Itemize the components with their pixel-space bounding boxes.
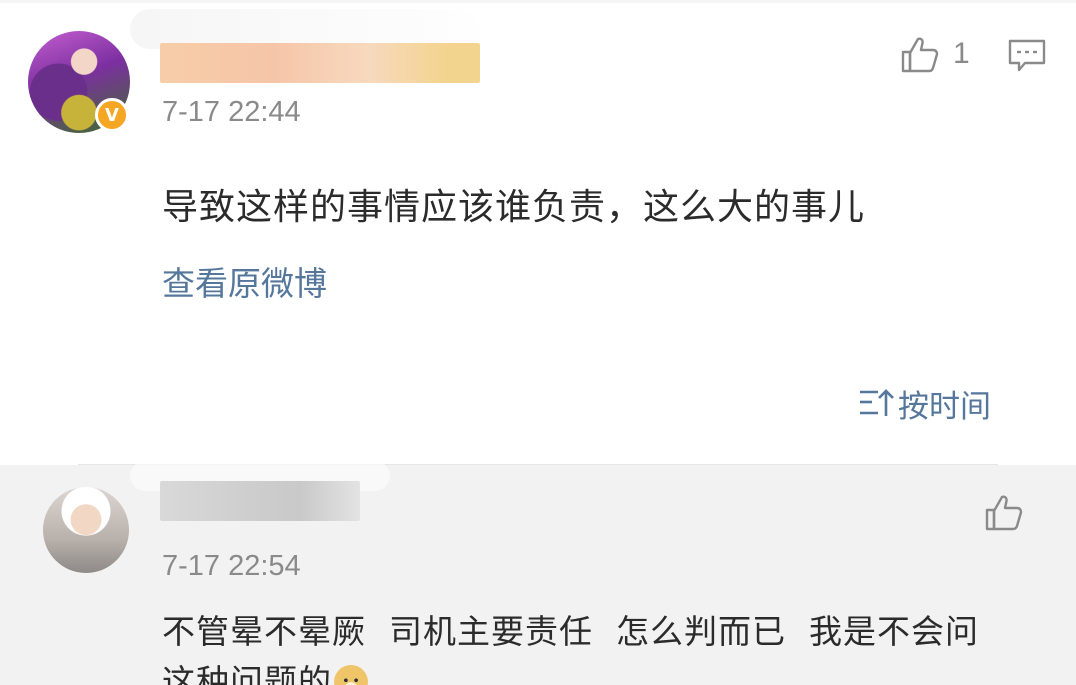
main-comment: V 7-17 22:44 1 导致这样的事情应该谁负责，这么大的事儿 查看原微博… [0, 3, 1076, 465]
sort-by-time-icon [860, 389, 894, 416]
sort-by-time-button[interactable]: 按时间 [858, 383, 991, 425]
comment-bubble-icon[interactable] [1008, 39, 1046, 73]
doge-emoji-icon [334, 665, 368, 685]
comment-text: 不管晕不晕厥 司机主要责任 怎么判而已 我是不会问 [162, 612, 979, 651]
comment-timestamp: 7-17 22:54 [162, 550, 301, 582]
thumbs-up-icon[interactable] [900, 35, 940, 75]
verified-badge-icon: V [95, 98, 129, 132]
thumbs-up-icon[interactable] [984, 493, 1024, 533]
avatar[interactable] [43, 487, 129, 573]
reply-comment: 7-17 22:54 不管晕不晕厥 司机主要责任 怎么判而已 我是不会问 这种问… [0, 461, 1076, 685]
comment-text: 导致这样的事情应该谁负责，这么大的事儿 [162, 187, 866, 228]
username-redacted[interactable] [160, 43, 480, 83]
view-original-link[interactable]: 查看原微博 [162, 257, 327, 305]
comment-text-continued: 这种问题的 [162, 655, 368, 685]
username-redacted[interactable] [160, 481, 360, 521]
comment-text-line2: 这种问题的 [162, 662, 332, 685]
sort-label: 按时间 [898, 388, 991, 425]
like-count: 1 [953, 37, 970, 70]
comment-timestamp: 7-17 22:44 [162, 96, 301, 128]
